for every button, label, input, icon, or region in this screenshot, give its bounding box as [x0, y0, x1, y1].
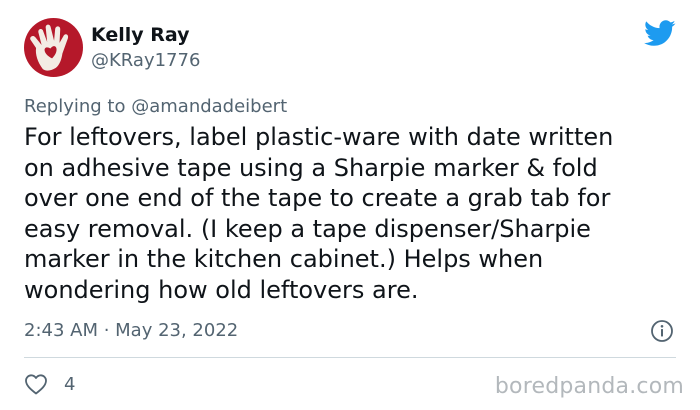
info-icon[interactable]: [650, 319, 674, 343]
twitter-bird-icon[interactable]: [644, 20, 676, 47]
replying-to-line: Replying to @amandadeibert: [24, 96, 287, 117]
tweet-text-line: over one end of the tape to create a gra…: [24, 184, 611, 212]
watermark: boredpanda.com: [494, 374, 684, 399]
divider: [24, 357, 676, 358]
user-handle[interactable]: @KRay1776: [91, 50, 200, 71]
tweet-text-line: on adhesive tape using a Sharpie marker …: [24, 153, 598, 182]
tweet-text-line: easy removal. (I keep a tape dispenser/S…: [24, 214, 591, 243]
hand-heart-avatar: [24, 18, 83, 77]
display-name[interactable]: Kelly Ray: [91, 24, 190, 46]
like-count: 4: [64, 373, 76, 395]
like-button[interactable]: 4: [24, 370, 75, 398]
tweet-timestamp[interactable]: 2:43 AM · May 23, 2022: [24, 320, 238, 341]
heart-outline-icon[interactable]: [24, 373, 48, 395]
replying-to-label: Replying to: [24, 96, 126, 117]
tweet-text-line: marker in the kitchen cabinet.) Helps wh…: [24, 245, 544, 273]
tweet-text-line: wondering how old leftovers are.: [24, 275, 419, 304]
avatar[interactable]: [24, 18, 83, 77]
reply-mention-link[interactable]: @amandadeibert: [131, 96, 287, 117]
tweet-text-line: For leftovers, label plastic-ware with d…: [24, 123, 614, 151]
tweet-text: For leftovers, label plastic-ware with d…: [24, 122, 684, 305]
